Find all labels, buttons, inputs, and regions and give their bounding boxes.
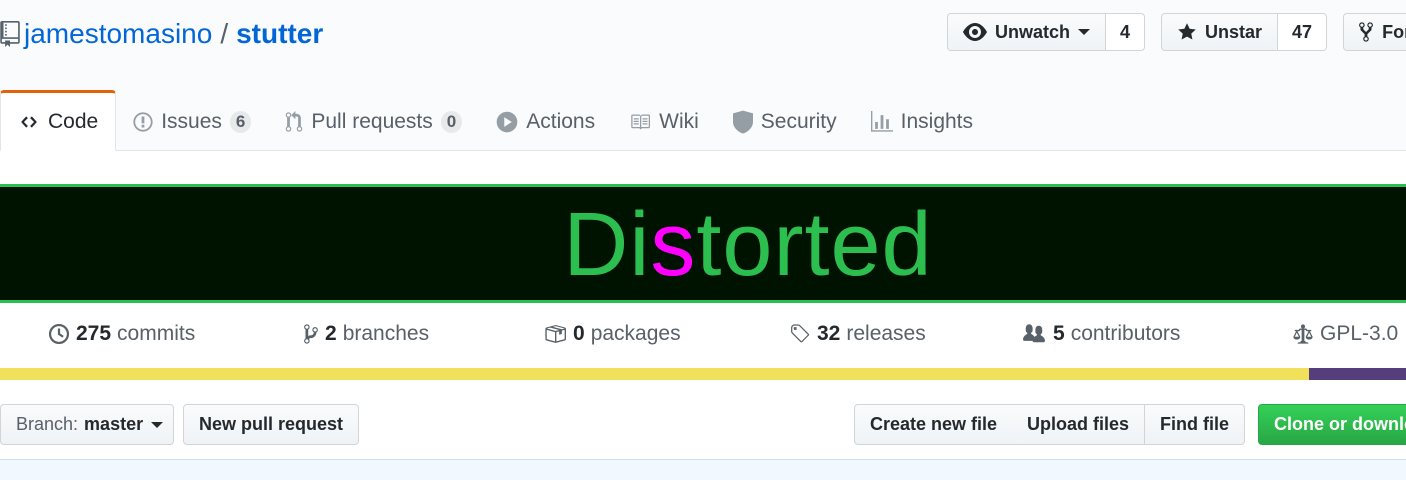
stargazers-count[interactable]: 47 bbox=[1278, 13, 1328, 51]
commits-count: 275 bbox=[76, 322, 112, 345]
repo-actions: Unwatch 4 Unstar 47 Fork bbox=[947, 13, 1406, 51]
language-bar[interactable] bbox=[0, 368, 1406, 380]
unwatch-label: Unwatch bbox=[995, 21, 1071, 42]
tab-insights[interactable]: Insights bbox=[854, 90, 990, 150]
people-icon bbox=[1023, 324, 1045, 343]
fork-group: Fork bbox=[1343, 13, 1406, 51]
tab-wiki[interactable]: Wiki bbox=[612, 90, 716, 150]
contributors-label: contributors bbox=[1070, 322, 1181, 345]
packages-link[interactable]: 0 packages bbox=[543, 322, 681, 346]
banner-text-end: torted bbox=[696, 195, 933, 295]
shield-icon bbox=[732, 110, 753, 133]
fork-icon bbox=[1359, 22, 1373, 42]
tab-issues[interactable]: Issues 6 bbox=[116, 90, 268, 150]
graph-icon bbox=[870, 110, 893, 132]
branch-icon bbox=[304, 324, 318, 344]
find-file-button[interactable]: Find file bbox=[1145, 404, 1245, 445]
repo-nav-tabs: Code Issues 6 Pull requests 0 Actions Wi… bbox=[0, 90, 990, 151]
tab-code-label: Code bbox=[48, 109, 99, 133]
history-icon bbox=[48, 323, 70, 345]
repo-title: jamestomasino / stutter bbox=[0, 17, 323, 51]
book-icon bbox=[631, 114, 651, 129]
tab-insights-label: Insights bbox=[900, 109, 974, 133]
branch-select-button[interactable]: Branch: master bbox=[0, 404, 174, 445]
code-icon bbox=[21, 115, 37, 128]
branch-name: master bbox=[84, 414, 144, 434]
fork-label: Fork bbox=[1382, 21, 1406, 42]
star-icon bbox=[1178, 23, 1196, 40]
banner-text-start: Di bbox=[563, 195, 651, 295]
branches-link[interactable]: 2 branches bbox=[303, 322, 429, 346]
tab-pull-requests-label: Pull requests bbox=[311, 109, 433, 133]
tab-issues-label: Issues bbox=[161, 109, 222, 133]
repo-separator: / bbox=[220, 18, 229, 49]
numbers-summary: 275 commits 2 branches 0 packages 32 rel… bbox=[0, 308, 1406, 366]
releases-count: 32 bbox=[817, 322, 841, 345]
commits-label: commits bbox=[117, 322, 196, 345]
package-icon bbox=[545, 325, 566, 343]
chevron-down-icon bbox=[151, 421, 164, 428]
star-group: Unstar 47 bbox=[1161, 13, 1328, 51]
releases-label: releases bbox=[846, 322, 926, 345]
unstar-label: Unstar bbox=[1205, 21, 1263, 42]
language-segment-primary bbox=[0, 368, 1309, 380]
upload-files-button[interactable]: Upload files bbox=[1012, 404, 1146, 445]
tag-icon bbox=[791, 324, 810, 343]
branches-count: 2 bbox=[325, 322, 337, 345]
clone-or-download-button[interactable]: Clone or download bbox=[1258, 404, 1406, 445]
watch-group: Unwatch 4 bbox=[947, 13, 1146, 51]
law-icon bbox=[1293, 324, 1313, 344]
packages-count: 0 bbox=[573, 322, 585, 345]
latest-commit-bar bbox=[0, 459, 1406, 480]
create-new-file-button[interactable]: Create new file bbox=[854, 404, 1014, 445]
tab-actions[interactable]: Actions bbox=[479, 90, 612, 150]
contributors-count: 5 bbox=[1053, 322, 1065, 345]
releases-link[interactable]: 32 releases bbox=[789, 322, 926, 346]
branches-label: branches bbox=[342, 322, 430, 345]
tab-wiki-label: Wiki bbox=[659, 109, 699, 133]
commits-link[interactable]: 275 commits bbox=[48, 322, 195, 346]
language-segment-secondary bbox=[1309, 368, 1406, 380]
branch-prefix: Branch: bbox=[16, 414, 79, 434]
license-link[interactable]: GPL-3.0 bbox=[1292, 322, 1398, 346]
license-label: GPL-3.0 bbox=[1320, 322, 1399, 345]
banner-text: Distorted bbox=[563, 194, 932, 297]
tab-security[interactable]: Security bbox=[716, 90, 854, 150]
pull-request-icon bbox=[286, 110, 303, 132]
tab-actions-label: Actions bbox=[526, 109, 596, 133]
repo-icon bbox=[0, 21, 20, 47]
tab-code[interactable]: Code bbox=[0, 90, 117, 151]
play-icon bbox=[496, 111, 518, 132]
issues-counter: 6 bbox=[229, 110, 252, 133]
banner-text-highlight: s bbox=[650, 195, 697, 295]
repo-header: jamestomasino / stutter Unwatch 4 Unstar… bbox=[0, 0, 1406, 151]
issue-icon bbox=[133, 111, 153, 132]
unwatch-button[interactable]: Unwatch bbox=[947, 13, 1107, 51]
tab-security-label: Security bbox=[760, 109, 837, 133]
tab-pull-requests[interactable]: Pull requests 0 bbox=[268, 90, 479, 150]
clone-label: Clone or download bbox=[1274, 414, 1406, 434]
repo-name-link[interactable]: stutter bbox=[236, 18, 323, 50]
new-pull-request-button[interactable]: New pull request bbox=[183, 404, 360, 445]
contributors-link[interactable]: 5 contributors bbox=[1021, 322, 1180, 346]
readme-banner: Distorted bbox=[0, 184, 1406, 303]
fork-button[interactable]: Fork bbox=[1343, 13, 1406, 51]
watchers-count[interactable]: 4 bbox=[1106, 13, 1146, 51]
unstar-button[interactable]: Unstar bbox=[1161, 13, 1279, 51]
chevron-down-icon bbox=[1078, 29, 1091, 35]
pull-requests-counter: 0 bbox=[440, 110, 463, 133]
eye-icon bbox=[963, 23, 987, 41]
repo-owner-link[interactable]: jamestomasino bbox=[24, 18, 212, 50]
file-navigation: Branch: master New pull request Create n… bbox=[0, 404, 1406, 446]
packages-label: packages bbox=[590, 322, 681, 345]
